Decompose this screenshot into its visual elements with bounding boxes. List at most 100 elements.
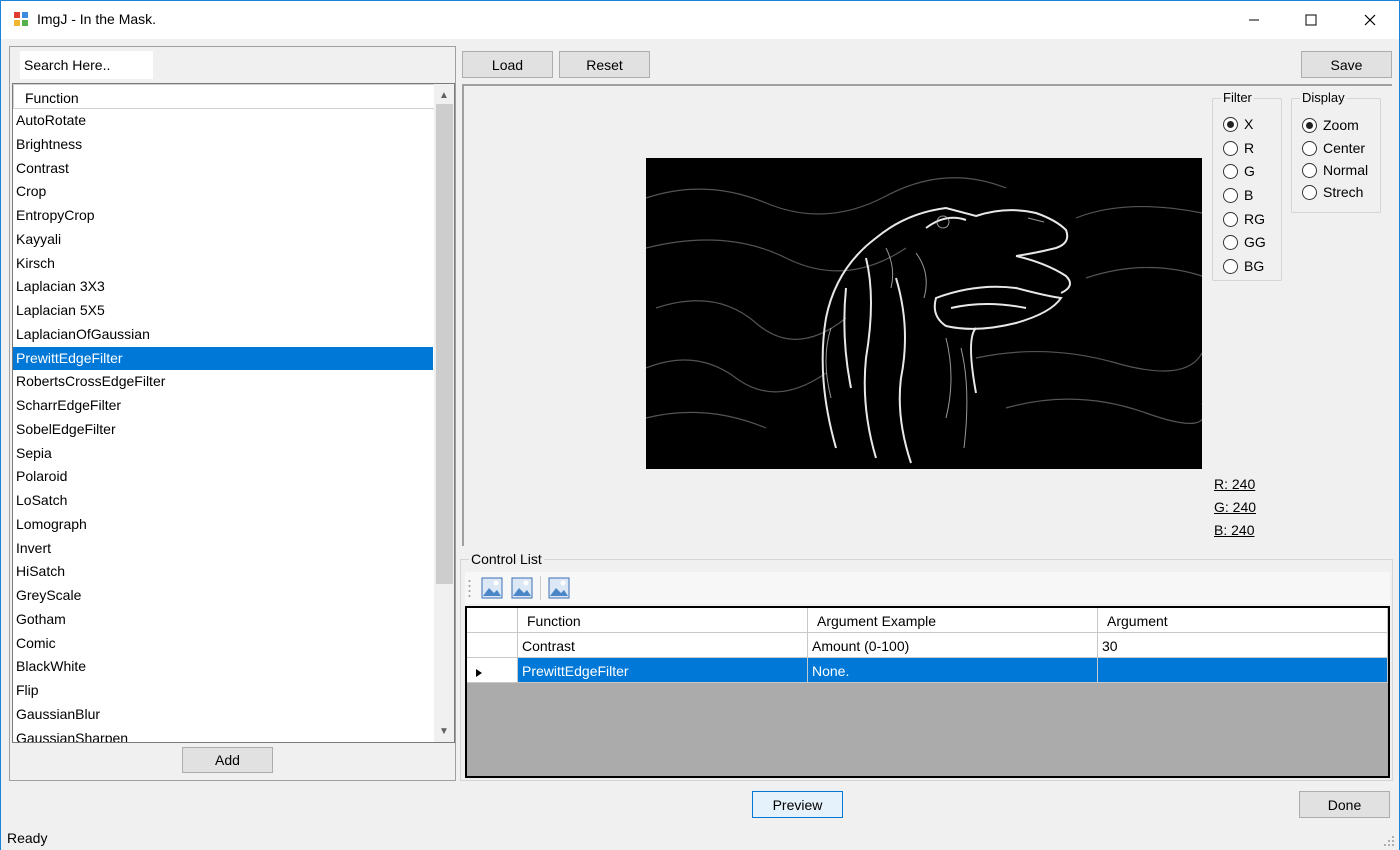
list-item[interactable]: Laplacian 3X3 [13, 275, 433, 298]
list-item[interactable]: BlackWhite [13, 655, 433, 678]
list-item[interactable]: Lomograph [13, 513, 433, 536]
table-row-selected[interactable]: PrewittEdgeFilter None. [467, 658, 1388, 683]
cell-argument-example[interactable]: Amount (0-100) [808, 633, 1098, 658]
scroll-up-icon[interactable]: ▲ [434, 86, 454, 104]
filter-option-bg[interactable]: BG [1223, 258, 1264, 274]
list-item[interactable]: LaplacianOfGaussian [13, 323, 433, 346]
preview-image [646, 158, 1202, 469]
cell-function[interactable]: PrewittEdgeFilter [518, 658, 808, 683]
list-item[interactable]: Laplacian 5X5 [13, 299, 433, 322]
image-remove-icon[interactable] [511, 577, 533, 599]
list-item[interactable]: EntropyCrop [13, 204, 433, 227]
list-item[interactable]: Comic [13, 632, 433, 655]
radio-icon [1302, 184, 1317, 200]
radio-icon [1223, 234, 1238, 250]
column-header-function[interactable]: Function [518, 608, 808, 633]
edge-filtered-dog-image [646, 158, 1202, 469]
filter-group: Filter X R G B RG GG BG [1212, 90, 1282, 281]
list-item[interactable]: Sepia [13, 442, 433, 465]
maximize-icon [1305, 14, 1317, 26]
radio-icon [1302, 140, 1317, 156]
radio-icon [1223, 258, 1238, 274]
list-item[interactable]: Gotham [13, 608, 433, 631]
control-list-legend: Control List [469, 551, 544, 567]
filter-option-gg[interactable]: GG [1223, 234, 1266, 250]
filter-option-b[interactable]: B [1223, 187, 1253, 203]
display-option-center[interactable]: Center [1302, 140, 1365, 156]
minimize-icon [1249, 19, 1259, 21]
list-item[interactable]: Invert [13, 537, 433, 560]
scroll-down-icon[interactable]: ▼ [434, 722, 454, 740]
table-row[interactable]: Contrast Amount (0-100) 30 [467, 633, 1388, 658]
list-item[interactable]: AutoRotate [13, 109, 433, 132]
display-option-zoom[interactable]: Zoom [1302, 117, 1359, 133]
list-item[interactable]: HiSatch [13, 560, 433, 583]
list-item[interactable]: Crop [13, 180, 433, 203]
radio-icon [1302, 162, 1317, 178]
function-list-scrollbar[interactable]: ▲ ▼ [434, 84, 454, 742]
cell-argument[interactable] [1098, 658, 1388, 683]
row-header[interactable] [467, 633, 518, 658]
toolbar-separator [540, 576, 541, 600]
control-list-toolbar [465, 572, 1390, 604]
close-button[interactable] [1341, 1, 1399, 39]
pixel-r-value[interactable]: R: 240 [1214, 476, 1255, 492]
row-pointer-icon[interactable] [467, 658, 518, 683]
app-icon [14, 12, 28, 26]
app-window: ImgJ - In the Mask. Search Here.. Functi… [0, 0, 1400, 850]
list-item[interactable]: SobelEdgeFilter [13, 418, 433, 441]
list-item[interactable]: Brightness [13, 133, 433, 156]
cell-argument-example[interactable]: None. [808, 658, 1098, 683]
list-item[interactable]: GreyScale [13, 584, 433, 607]
resize-grip-icon[interactable] [1383, 835, 1395, 847]
column-header-argument-example[interactable]: Argument Example [808, 608, 1098, 633]
list-item[interactable]: Polaroid [13, 465, 433, 488]
list-item[interactable]: RobertsCrossEdgeFilter [13, 370, 433, 393]
control-list-group: Control List Function Argument Example A… [460, 551, 1393, 781]
list-item[interactable]: Kirsch [13, 252, 433, 275]
cell-argument[interactable]: 30 [1098, 633, 1388, 658]
save-button[interactable]: Save [1301, 51, 1392, 78]
list-item[interactable]: Kayyali [13, 228, 433, 251]
column-header-argument[interactable]: Argument [1098, 608, 1388, 633]
display-option-strech[interactable]: Strech [1302, 184, 1363, 200]
row-header-corner [467, 608, 518, 633]
add-button[interactable]: Add [182, 747, 273, 773]
list-item[interactable]: GaussianSharpen [13, 727, 433, 743]
cell-function[interactable]: Contrast [518, 633, 808, 658]
list-item[interactable]: Flip [13, 679, 433, 702]
radio-icon [1223, 211, 1238, 227]
filter-option-g[interactable]: G [1223, 163, 1255, 179]
function-list[interactable]: Function AutoRotate Brightness Contrast Cro… [12, 83, 455, 743]
list-item[interactable]: ScharrEdgeFilter [13, 394, 433, 417]
image-add-icon[interactable] [481, 577, 503, 599]
list-item[interactable]: PrewittEdgeFilter [13, 346, 433, 370]
maximize-button[interactable] [1282, 1, 1340, 39]
close-icon [1364, 14, 1376, 26]
pixel-b-value[interactable]: B: 240 [1214, 522, 1254, 538]
reset-button[interactable]: Reset [559, 51, 650, 78]
status-bar: Ready [1, 825, 1399, 850]
status-text: Ready [7, 830, 48, 846]
filter-option-r[interactable]: R [1223, 140, 1254, 156]
pixel-g-value[interactable]: G: 240 [1214, 499, 1256, 515]
image-icon[interactable] [548, 577, 570, 599]
list-item[interactable]: GaussianBlur [13, 703, 433, 726]
window-title: ImgJ - In the Mask. [37, 11, 157, 27]
done-button[interactable]: Done [1299, 791, 1390, 818]
function-list-header: Function [13, 84, 435, 109]
control-grid[interactable]: Function Argument Example Argument Contr… [465, 606, 1390, 778]
radio-icon [1223, 163, 1238, 179]
list-item[interactable]: Contrast [13, 157, 433, 180]
list-item[interactable]: LoSatch [13, 489, 433, 512]
filter-option-rg[interactable]: RG [1223, 211, 1265, 227]
minimize-button[interactable] [1225, 1, 1283, 39]
filter-option-x[interactable]: X [1223, 116, 1253, 132]
preview-button[interactable]: Preview [752, 791, 843, 818]
search-input[interactable]: Search Here.. [20, 51, 153, 79]
toolbar-grip-icon [468, 580, 471, 597]
grid-header-row: Function Argument Example Argument [467, 608, 1388, 633]
display-option-normal[interactable]: Normal [1302, 162, 1368, 178]
scroll-thumb[interactable] [436, 104, 453, 584]
load-button[interactable]: Load [462, 51, 553, 78]
